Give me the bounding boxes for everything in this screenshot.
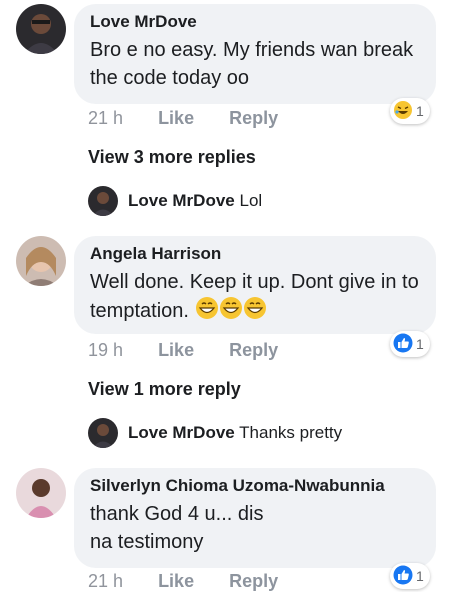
comment-author[interactable]: Silverlyn Chioma Uzoma-Nwabunnia bbox=[90, 476, 420, 496]
thumbs-up-icon bbox=[393, 333, 413, 356]
comment-bubble: Silverlyn Chioma Uzoma-Nwabunnia thank G… bbox=[74, 468, 436, 568]
comment-author[interactable]: Love MrDove bbox=[90, 12, 420, 32]
like-button[interactable]: Like bbox=[158, 571, 194, 591]
reaction-count: 1 bbox=[416, 336, 424, 352]
reaction-badge[interactable]: 1 bbox=[390, 331, 430, 357]
laughing-emoji-icon bbox=[393, 100, 413, 123]
thumbs-up-icon bbox=[393, 565, 413, 588]
comment-time[interactable]: 21 h bbox=[88, 571, 123, 591]
like-button[interactable]: Like bbox=[158, 340, 194, 360]
comment-bubble: Angela Harrison Well done. Keep it up. D… bbox=[74, 236, 436, 334]
reply-author[interactable]: Love MrDove bbox=[128, 191, 235, 210]
reply-button[interactable]: Reply bbox=[229, 108, 278, 128]
reaction-badge[interactable]: 1 bbox=[390, 98, 430, 124]
reply-button[interactable]: Reply bbox=[229, 340, 278, 360]
grinning-emoji-icon bbox=[195, 296, 219, 328]
reply-preview[interactable]: Love MrDove Thanks pretty bbox=[128, 423, 342, 443]
avatar[interactable] bbox=[16, 4, 66, 54]
reply-author[interactable]: Love MrDove bbox=[128, 423, 235, 442]
avatar[interactable] bbox=[16, 236, 66, 286]
reply-button[interactable]: Reply bbox=[229, 571, 278, 591]
avatar[interactable] bbox=[88, 186, 118, 216]
reaction-badge[interactable]: 1 bbox=[390, 563, 430, 589]
comment-time[interactable]: 21 h bbox=[88, 108, 123, 128]
view-more-replies[interactable]: View 3 more replies bbox=[88, 147, 256, 168]
like-button[interactable]: Like bbox=[158, 108, 194, 128]
reply-text: Thanks pretty bbox=[239, 423, 343, 442]
comment-meta: 19 h Like Reply bbox=[88, 340, 308, 361]
comment-text: thank God 4 u... dis na testimony bbox=[90, 503, 264, 553]
reaction-count: 1 bbox=[416, 568, 424, 584]
comment-text: Bro e no easy. My friends wan break the … bbox=[90, 39, 414, 89]
reply-preview[interactable]: Love MrDove Lol bbox=[128, 191, 262, 211]
view-more-replies[interactable]: View 1 more reply bbox=[88, 379, 241, 400]
comment-bubble: Love MrDove Bro e no easy. My friends wa… bbox=[74, 4, 436, 104]
reaction-count: 1 bbox=[416, 103, 424, 119]
comment-author[interactable]: Angela Harrison bbox=[90, 244, 420, 264]
reply-text: Lol bbox=[239, 191, 263, 210]
avatar[interactable] bbox=[88, 418, 118, 448]
avatar[interactable] bbox=[16, 468, 66, 518]
comment-meta: 21 h Like Reply bbox=[88, 108, 308, 129]
comment-time[interactable]: 19 h bbox=[88, 340, 123, 360]
grinning-emoji-icon bbox=[243, 296, 267, 328]
grinning-emoji-icon bbox=[219, 296, 243, 328]
comment-meta: 21 h Like Reply bbox=[88, 571, 308, 592]
